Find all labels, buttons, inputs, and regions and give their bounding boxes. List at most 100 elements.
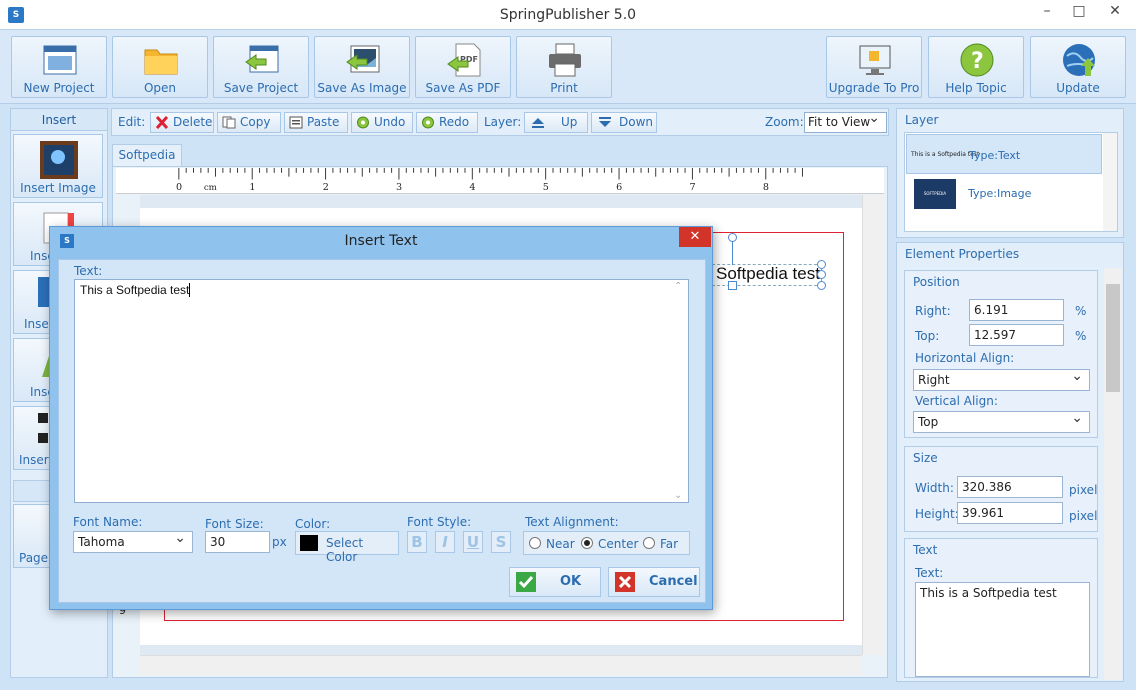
underline-button[interactable]: U	[463, 531, 483, 553]
italic-button[interactable]: I	[435, 531, 455, 553]
zoom-select[interactable]: Fit to View	[804, 109, 887, 133]
align-center-radio[interactable]	[581, 537, 593, 549]
main-toolbar: New Project Open Save Project Save As Im…	[0, 30, 1136, 104]
monitor-icon	[859, 45, 891, 75]
save-as-image-button[interactable]: Save As Image	[314, 36, 410, 98]
ruler: cm 0 1 2 3 4 5 6 7 8	[116, 168, 884, 194]
font-size-input[interactable]: 30	[205, 531, 270, 553]
minimize-button[interactable]: –	[1032, 0, 1062, 22]
canvas-vertical-scrollbar[interactable]	[862, 195, 884, 655]
right-input[interactable]: 6.191	[969, 299, 1064, 321]
text-alignment-label: Text Alignment:	[525, 515, 619, 529]
undo-button[interactable]: Undo	[351, 112, 413, 133]
zoom-label: Zoom:	[765, 115, 804, 129]
strikethrough-button[interactable]: S	[491, 531, 511, 553]
update-label: Update	[1056, 81, 1100, 95]
new-project-button[interactable]: New Project	[11, 36, 107, 98]
right-label: Right:	[915, 304, 951, 318]
ruler-number: 8	[763, 182, 769, 193]
dialog-close-button[interactable]: ✕	[679, 227, 711, 247]
halign-label: Horizontal Align:	[915, 351, 1015, 365]
resize-handle-bottom[interactable]	[728, 281, 737, 290]
align-near-radio[interactable]	[529, 537, 541, 549]
paste-icon	[289, 116, 303, 129]
layer-up-button[interactable]: Up	[524, 112, 588, 133]
delete-button[interactable]: Delete	[150, 112, 214, 133]
ruler-number: 4	[469, 182, 475, 193]
layer-row-text[interactable]: This is a Softpedia test Type:Text	[906, 134, 1102, 174]
select-color-button[interactable]: Select Color	[295, 531, 399, 564]
help-topic-label: Help Topic	[945, 81, 1007, 95]
canvas-horizontal-scrollbar[interactable]	[140, 655, 862, 675]
copy-icon	[222, 116, 236, 129]
print-button[interactable]: Print	[516, 36, 612, 98]
height-input[interactable]: 39.961	[957, 502, 1063, 524]
font-style-label: Font Style:	[407, 515, 472, 529]
save-as-image-label: Save As Image	[317, 81, 407, 95]
save-image-icon	[346, 45, 380, 73]
valign-select[interactable]: Top	[913, 408, 1090, 433]
layer-type-text: Type:Text	[969, 149, 1021, 162]
close-window-button[interactable]: ✕	[1096, 0, 1134, 22]
resize-handle-top-right[interactable]	[817, 260, 826, 269]
document-tab[interactable]: Softpedia	[112, 144, 182, 166]
bold-button[interactable]: B	[407, 531, 427, 553]
cancel-button[interactable]: Cancel	[608, 567, 700, 597]
dialog-text-scrollbar[interactable]: ⌃ ⌄	[672, 281, 687, 501]
layer-type-image: Type:Image	[968, 187, 1032, 200]
resize-handle-bottom-right[interactable]	[817, 281, 826, 290]
open-button[interactable]: Open	[112, 36, 208, 98]
globe-icon	[1063, 44, 1095, 76]
help-topic-button[interactable]: ? Help Topic	[928, 36, 1024, 98]
redo-icon	[422, 116, 434, 129]
scroll-up-icon[interactable]: ⌃	[674, 281, 682, 292]
align-far-radio[interactable]	[643, 537, 655, 549]
layer-list-scrollbar[interactable]	[1103, 133, 1117, 231]
rotate-handle-line	[732, 241, 733, 265]
save-as-pdf-button[interactable]: PDF Save As PDF	[415, 36, 511, 98]
upgrade-button[interactable]: Upgrade To Pro	[826, 36, 922, 98]
text-prop-textarea[interactable]: This is a Softpedia test	[915, 582, 1090, 677]
copy-button[interactable]: Copy	[217, 112, 281, 133]
insert-image-button[interactable]: Insert Image	[13, 134, 103, 198]
element-properties-header: Element Properties	[905, 247, 1020, 261]
top-input[interactable]: 12.597	[969, 324, 1064, 346]
layer-panel-header: Layer	[905, 113, 939, 127]
align-far-label: Far	[660, 537, 679, 551]
layer-down-button[interactable]: Down	[591, 112, 657, 133]
delete-icon	[155, 116, 169, 129]
right-unit: %	[1075, 304, 1087, 318]
text-prop-label: Text:	[915, 566, 944, 580]
scroll-down-icon[interactable]: ⌄	[674, 490, 682, 501]
width-input[interactable]: 320.386	[957, 476, 1063, 498]
arrow-up-icon	[532, 118, 544, 128]
undo-label: Undo	[374, 115, 406, 129]
valign-label: Vertical Align:	[915, 394, 998, 408]
halign-select[interactable]: Right	[913, 366, 1090, 391]
upgrade-label: Upgrade To Pro	[828, 81, 920, 95]
properties-scroll-thumb[interactable]	[1106, 284, 1120, 392]
properties-scrollbar[interactable]	[1104, 268, 1122, 680]
color-label: Color:	[295, 517, 331, 531]
cancel-label: Cancel	[649, 574, 698, 589]
checkmark-icon	[516, 572, 536, 592]
new-project-label: New Project	[23, 81, 95, 95]
resize-handle-right[interactable]	[817, 270, 826, 279]
font-name-select[interactable]: Tahoma	[73, 528, 193, 553]
layer-label: Layer:	[484, 115, 522, 129]
redo-button[interactable]: Redo	[416, 112, 478, 133]
top-unit: %	[1075, 329, 1087, 343]
layer-row-image[interactable]: SOFTPEDIA Type:Image	[906, 175, 1102, 215]
font-size-unit: px	[272, 535, 287, 549]
maximize-button[interactable]: □	[1064, 0, 1094, 22]
save-project-icon	[245, 45, 279, 73]
dialog-text-input[interactable]: This a Softpedia test​	[74, 279, 689, 503]
ok-button[interactable]: OK	[509, 567, 601, 597]
redo-label: Redo	[439, 115, 470, 129]
update-button[interactable]: Update	[1030, 36, 1126, 98]
color-swatch	[300, 535, 318, 551]
ruler-unit: cm	[204, 183, 217, 193]
print-label: Print	[550, 81, 578, 95]
save-project-button[interactable]: Save Project	[213, 36, 309, 98]
paste-button[interactable]: Paste	[284, 112, 348, 133]
